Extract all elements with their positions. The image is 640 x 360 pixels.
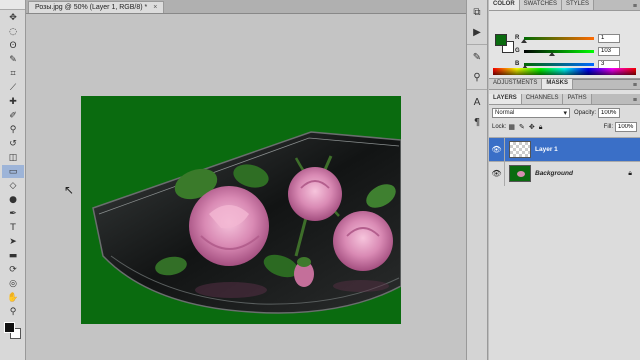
adjustments-panel-header: ADJUSTMENTS MASKS ≡	[489, 79, 640, 90]
color-swatches[interactable]	[2, 320, 23, 342]
dock-divider	[467, 44, 487, 45]
tab-styles[interactable]: STYLES	[562, 0, 595, 10]
healing-tool-icon[interactable]: ✚	[2, 95, 24, 108]
fill-input[interactable]	[615, 122, 637, 132]
mouse-cursor-icon: ↖	[64, 183, 75, 197]
photoshop-window: ✥ ◌ ʘ ✎ ⌗ ⟋ ✚ ✐ ⚲ ↺ ◫ ▭ ◇ ● ✒ T ➤ ▬ ⟳ ◎ ✋ ⚲ Розы.jpg @ 50% (L…	[0, 0, 640, 360]
color-spectrum-ramp[interactable]	[493, 68, 636, 75]
quick-select-tool-icon[interactable]: ✎	[2, 53, 24, 66]
green-value-input[interactable]	[598, 46, 620, 56]
tab-masks[interactable]: MASKS	[542, 79, 574, 89]
lock-fill-row: Lock: ▦ ✎ ✥ 🔒︎ Fill:	[489, 121, 640, 133]
fill-label: Fill:	[603, 124, 613, 130]
clone-source-icon[interactable]: ⚲	[470, 69, 484, 85]
layer-thumbnail	[509, 141, 531, 158]
visibility-eye-icon[interactable]: 👁︎	[489, 137, 505, 162]
red-channel-row: R	[515, 33, 635, 43]
foreground-color-swatch[interactable]	[4, 322, 15, 333]
brushes-icon[interactable]: ✎	[470, 49, 484, 65]
type-tool-icon[interactable]: T	[2, 221, 24, 234]
opacity-input[interactable]	[598, 108, 621, 118]
green-channel-row: G	[515, 46, 635, 56]
history-brush-tool-icon[interactable]: ↺	[2, 137, 24, 150]
visibility-eye-icon[interactable]: 👁︎	[489, 161, 505, 186]
tools-panel: ✥ ◌ ʘ ✎ ⌗ ⟋ ✚ ✐ ⚲ ↺ ◫ ▭ ◇ ● ✒ T ➤ ▬ ⟳ ◎ ✋ ⚲	[0, 0, 26, 360]
tab-paths[interactable]: PATHS	[563, 94, 592, 104]
brush-tool-icon[interactable]: ✐	[2, 109, 24, 122]
green-channel-label: G	[515, 48, 520, 54]
marquee-tool-icon[interactable]: ◌	[2, 25, 24, 38]
tab-swatches[interactable]: SWATCHES	[519, 0, 563, 10]
lasso-tool-icon[interactable]: ʘ	[2, 39, 24, 52]
color-panel-header: COLOR SWATCHES STYLES ≡	[489, 0, 640, 11]
lock-image-icon[interactable]: ✎	[519, 123, 525, 131]
tools-panel-grip[interactable]	[0, 0, 25, 10]
panel-dock: ⧉ ▶ ✎ ⚲ A ¶	[466, 0, 488, 360]
color-panel: R G B	[489, 11, 640, 79]
green-slider[interactable]	[524, 49, 594, 56]
document-area: Розы.jpg @ 50% (Layer 1, RGB/8) * × ↖	[26, 0, 466, 360]
blur-tool-icon[interactable]: ◇	[2, 179, 24, 192]
panel-menu-icon[interactable]: ≡	[633, 97, 640, 104]
clone-stamp-tool-icon[interactable]: ⚲	[2, 123, 24, 136]
tab-color[interactable]: COLOR	[489, 0, 520, 10]
layers-panel-header: LAYERS CHANNELS PATHS ≡	[489, 94, 640, 105]
actions-icon[interactable]: ▶	[470, 24, 484, 40]
blend-opacity-row: Normal Opacity:	[489, 107, 640, 119]
layer-thumbnail	[509, 165, 531, 182]
crop-tool-icon[interactable]: ⌗	[2, 67, 24, 80]
path-select-tool-icon[interactable]: ➤	[2, 235, 24, 248]
history-icon[interactable]: ⧉	[470, 4, 484, 20]
hand-tool-icon[interactable]: ✋	[2, 291, 24, 304]
3d-rotate-tool-icon[interactable]: ⟳	[2, 263, 24, 276]
lock-position-icon[interactable]: ✥	[529, 123, 535, 131]
layer-row-layer-1[interactable]: 👁︎ Layer 1	[489, 137, 640, 162]
eyedropper-tool-icon[interactable]: ⟋	[2, 81, 24, 94]
panels-column: COLOR SWATCHES STYLES ≡ R G	[489, 0, 640, 360]
paragraph-icon[interactable]: ¶	[470, 114, 484, 130]
red-slider-thumb[interactable]	[521, 38, 528, 43]
red-slider[interactable]	[521, 36, 594, 43]
tab-adjustments[interactable]: ADJUSTMENTS	[489, 79, 543, 89]
pen-tool-icon[interactable]: ✒	[2, 207, 24, 220]
tab-channels[interactable]: CHANNELS	[521, 94, 564, 104]
layer-lock-icon: 🔒︎	[628, 169, 632, 177]
color-panel-foreground-swatch[interactable]	[495, 34, 507, 46]
tab-layers[interactable]: LAYERS	[489, 94, 522, 104]
dock-divider	[467, 89, 487, 90]
document-tab-title: Розы.jpg @ 50% (Layer 1, RGB/8) *	[35, 4, 148, 11]
gradient-tool-icon[interactable]: ▭	[2, 165, 24, 178]
move-tool-icon[interactable]: ✥	[2, 11, 24, 24]
image-canvas[interactable]	[81, 96, 401, 324]
document-tab-bar: Розы.jpg @ 50% (Layer 1, RGB/8) * ×	[26, 0, 466, 14]
layers-panel: LAYERS CHANNELS PATHS ≡ Normal Opacity: …	[489, 94, 640, 360]
opacity-label: Opacity:	[574, 110, 597, 116]
red-value-input[interactable]	[598, 33, 620, 43]
layer-name[interactable]: Layer 1	[535, 146, 558, 153]
lock-label: Lock:	[492, 124, 507, 130]
green-slider-thumb[interactable]	[549, 51, 556, 56]
document-tab[interactable]: Розы.jpg @ 50% (Layer 1, RGB/8) * ×	[28, 1, 165, 13]
layer-row-background[interactable]: 👁︎ Background 🔒︎	[489, 161, 640, 186]
panel-menu-icon[interactable]: ≡	[633, 3, 640, 10]
dodge-tool-icon[interactable]: ●	[2, 193, 24, 206]
character-icon[interactable]: A	[470, 94, 484, 110]
panel-menu-icon[interactable]: ≡	[633, 82, 640, 89]
shape-tool-icon[interactable]: ▬	[2, 249, 24, 262]
close-tab-icon[interactable]: ×	[153, 4, 157, 11]
blue-slider[interactable]	[521, 62, 594, 69]
3d-orbit-tool-icon[interactable]: ◎	[2, 277, 24, 290]
zoom-tool-icon[interactable]: ⚲	[2, 305, 24, 318]
layer-name[interactable]: Background	[535, 170, 573, 177]
roses-on-plate-image	[92, 131, 401, 314]
eraser-tool-icon[interactable]: ◫	[2, 151, 24, 164]
lock-transparent-icon[interactable]: ▦	[508, 123, 515, 131]
blend-mode-select[interactable]: Normal	[492, 108, 570, 118]
lock-all-icon[interactable]: 🔒︎	[539, 123, 543, 132]
